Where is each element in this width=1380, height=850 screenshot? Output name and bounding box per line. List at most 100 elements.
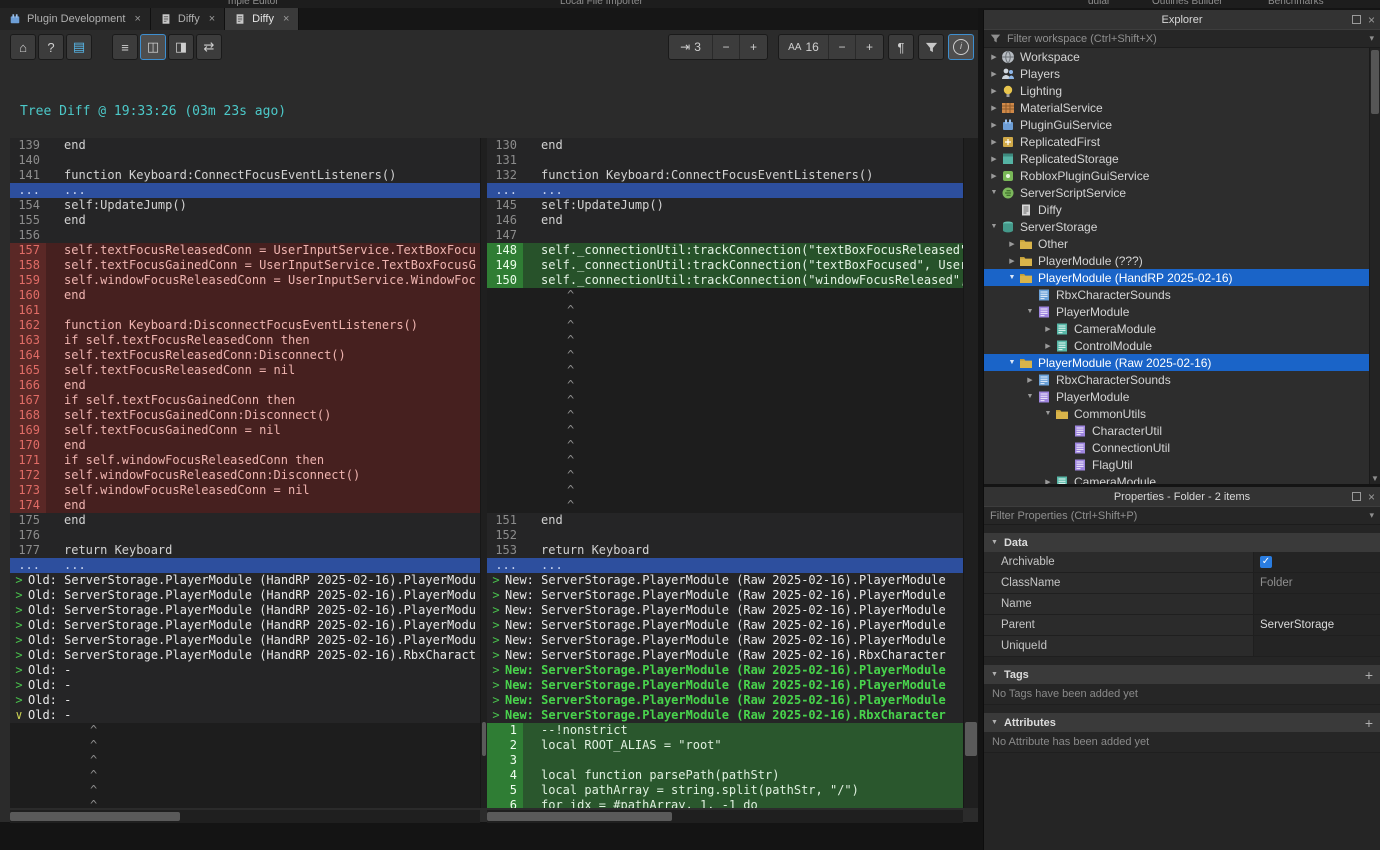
expand-arrow-down-icon[interactable]: ▼: [1024, 308, 1036, 315]
expand-arrow-right-icon[interactable]: ▶: [988, 87, 1000, 95]
scroll-thumb[interactable]: [482, 722, 486, 756]
tree-item-replicatedstorage[interactable]: ▶ReplicatedStorage: [984, 150, 1380, 167]
close-icon[interactable]: ×: [1368, 13, 1375, 27]
add-icon[interactable]: +: [1365, 716, 1373, 730]
tree-item-players[interactable]: ▶Players: [984, 65, 1380, 82]
scroll-thumb[interactable]: [10, 812, 180, 821]
tree-item-playermodule-handrp-2025-02-16-[interactable]: ▼PlayerModule (HandRP 2025-02-16): [984, 269, 1380, 286]
tree-item-other[interactable]: ▶Other: [984, 235, 1380, 252]
add-icon[interactable]: +: [1365, 668, 1373, 682]
expand-arrow-down-icon[interactable]: ▼: [1006, 359, 1018, 366]
scroll-down-arrow-icon[interactable]: ▼: [1370, 474, 1380, 483]
old-pane-vscrollbar[interactable]: [480, 138, 487, 808]
tree-item-diffy[interactable]: Diffy: [984, 201, 1380, 218]
tree-item-materialservice[interactable]: ▶MaterialService: [984, 99, 1380, 116]
dock-icon[interactable]: [1352, 492, 1361, 501]
info-button[interactable]: i: [948, 34, 974, 60]
tree-item-flagutil[interactable]: FlagUtil: [984, 456, 1380, 473]
tree-item-pluginguiservice[interactable]: ▶PluginGuiService: [984, 116, 1380, 133]
expand-arrow-right-icon[interactable]: ▶: [988, 138, 1000, 146]
new-entry-row[interactable]: >New: ServerStorage.PlayerModule (Raw 20…: [487, 678, 963, 693]
expand-arrow-right-icon[interactable]: ▶: [1006, 240, 1018, 248]
tree-item-cameramodule[interactable]: ▶CameraModule: [984, 320, 1380, 337]
expand-arrow-right-icon[interactable]: ▶: [988, 70, 1000, 78]
expand-arrow-right-icon[interactable]: ▶: [1006, 257, 1018, 265]
expand-arrow-right-icon[interactable]: ▶: [988, 172, 1000, 180]
properties-filter-input[interactable]: Filter Properties (Ctrl+Shift+P) ▾: [984, 506, 1380, 525]
jump-plus-button[interactable]: +: [740, 35, 767, 59]
tab-close-icon[interactable]: ×: [209, 13, 215, 25]
old-entry-row[interactable]: >Old: ServerStorage.PlayerModule (HandRP…: [10, 633, 480, 648]
property-value[interactable]: ✓: [1254, 552, 1380, 572]
tab-plugin-development[interactable]: Plugin Development×: [0, 8, 151, 30]
expand-arrow-right-icon[interactable]: ▶: [1042, 325, 1054, 333]
tree-item-playermodule[interactable]: ▼PlayerModule: [984, 303, 1380, 320]
expand-arrow-down-icon[interactable]: ▼: [1042, 410, 1054, 417]
section-collapse-icon[interactable]: ▼: [991, 719, 998, 726]
expand-arrow-right-icon[interactable]: ▶: [988, 104, 1000, 112]
scroll-thumb[interactable]: [487, 812, 672, 821]
align-center-button[interactable]: ≡: [112, 34, 138, 60]
new-entry-row[interactable]: >New: ServerStorage.PlayerModule (Raw 20…: [487, 588, 963, 603]
old-entry-row[interactable]: >Old: ServerStorage.PlayerModule (HandRP…: [10, 618, 480, 633]
old-entry-row[interactable]: >Old: ServerStorage.PlayerModule (HandRP…: [10, 648, 480, 663]
new-entry-row[interactable]: >New: ServerStorage.PlayerModule (Raw 20…: [487, 648, 963, 663]
property-value[interactable]: ServerStorage: [1254, 615, 1380, 635]
old-entry-row[interactable]: >Old: -: [10, 693, 480, 708]
new-entry-row[interactable]: >New: ServerStorage.PlayerModule (Raw 20…: [487, 663, 963, 678]
new-entry-row[interactable]: >New: ServerStorage.PlayerModule (Raw 20…: [487, 693, 963, 708]
tab-diffy[interactable]: Diffy×: [225, 8, 299, 30]
whitespace-button[interactable]: ¶: [888, 34, 914, 60]
old-pane-hscrollbar[interactable]: [10, 810, 480, 823]
expand-arrow-right-icon[interactable]: ▶: [988, 155, 1000, 163]
tree-item-lighting[interactable]: ▶Lighting: [984, 82, 1380, 99]
dock-icon[interactable]: [1352, 15, 1361, 24]
old-entry-row[interactable]: >Old: ServerStorage.PlayerModule (HandRP…: [10, 588, 480, 603]
diff-collapsed-region[interactable]: ......: [10, 558, 480, 573]
tree-item-serverstorage[interactable]: ▼ServerStorage: [984, 218, 1380, 235]
home-button[interactable]: ⌂: [10, 34, 36, 60]
tree-item-serverscriptservice[interactable]: ▼ServerScriptService: [984, 184, 1380, 201]
log-button[interactable]: ▤: [66, 34, 92, 60]
jump-minus-button[interactable]: −: [713, 35, 740, 59]
expand-arrow-down-icon[interactable]: ▼: [988, 223, 1000, 230]
tree-item-robloxpluginguiservice[interactable]: ▶RobloxPluginGuiService: [984, 167, 1380, 184]
scroll-thumb[interactable]: [1371, 50, 1379, 114]
tree-item-cameramodule[interactable]: ▶CameraModule: [984, 473, 1380, 484]
tree-item-commonutils[interactable]: ▼CommonUtils: [984, 405, 1380, 422]
expand-arrow-right-icon[interactable]: ▶: [1042, 342, 1054, 350]
tree-item-rbxcharactersounds[interactable]: RbxCharacterSounds: [984, 286, 1380, 303]
tree-item-connectionutil[interactable]: ConnectionUtil: [984, 439, 1380, 456]
section-header-data[interactable]: ▼Data: [984, 533, 1380, 552]
new-entry-row[interactable]: >New: ServerStorage.PlayerModule (Raw 20…: [487, 633, 963, 648]
tree-item-playermodule[interactable]: ▼PlayerModule: [984, 388, 1380, 405]
tree-item-controlmodule[interactable]: ▶ControlModule: [984, 337, 1380, 354]
font-minus-button[interactable]: −: [829, 35, 856, 59]
tree-item-playermodule-[interactable]: ▶PlayerModule (???): [984, 252, 1380, 269]
section-header-tags[interactable]: ▼Tags+: [984, 665, 1380, 684]
tree-item-characterutil[interactable]: CharacterUtil: [984, 422, 1380, 439]
tab-diffy[interactable]: Diffy×: [151, 8, 225, 30]
help-button[interactable]: ?: [38, 34, 64, 60]
new-entry-row[interactable]: >New: ServerStorage.PlayerModule (Raw 20…: [487, 708, 963, 723]
section-collapse-icon[interactable]: ▼: [991, 539, 998, 546]
explorer-vscrollbar[interactable]: ▼: [1369, 48, 1380, 484]
old-entry-row[interactable]: >Old: -: [10, 663, 480, 678]
section-header-attributes[interactable]: ▼Attributes+: [984, 713, 1380, 732]
expand-arrow-down-icon[interactable]: ▼: [1006, 274, 1018, 281]
expand-arrow-right-icon[interactable]: ▶: [1042, 478, 1054, 485]
close-icon[interactable]: ×: [1368, 490, 1375, 504]
tree-item-rbxcharactersounds[interactable]: ▶RbxCharacterSounds: [984, 371, 1380, 388]
new-entry-row[interactable]: >New: ServerStorage.PlayerModule (Raw 20…: [487, 618, 963, 633]
diff-collapsed-region[interactable]: ......: [487, 183, 963, 198]
chevron-down-icon[interactable]: ▾: [1369, 33, 1374, 44]
expand-arrow-right-icon[interactable]: ▶: [988, 121, 1000, 129]
scroll-thumb[interactable]: [965, 722, 977, 756]
new-entry-row[interactable]: >New: ServerStorage.PlayerModule (Raw 20…: [487, 573, 963, 588]
expand-arrow-right-icon[interactable]: ▶: [1024, 376, 1036, 384]
old-entry-row[interactable]: ∨Old: -: [10, 708, 480, 723]
tab-close-icon[interactable]: ×: [134, 13, 140, 25]
expand-arrow-down-icon[interactable]: ▼: [988, 189, 1000, 196]
old-entry-row[interactable]: >Old: ServerStorage.PlayerModule (HandRP…: [10, 603, 480, 618]
filter-button[interactable]: [918, 34, 944, 60]
